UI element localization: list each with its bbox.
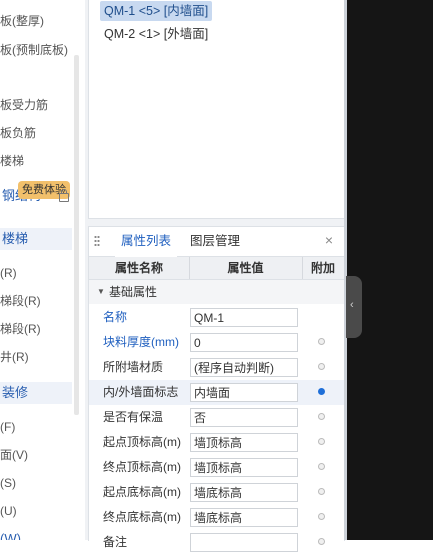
header-attach: 附加 [310, 261, 335, 275]
group-label: 基础属性 [109, 285, 158, 299]
prop-row-thickness: 块料厚度(mm) 0 [89, 330, 344, 355]
drag-handle-icon[interactable] [94, 235, 100, 247]
nav-item-board-precast[interactable]: 板(预制底板) [0, 39, 68, 61]
properties-tabbar: 属性列表 图层管理 × [89, 227, 344, 257]
prop-label: 终点顶标高(m) [103, 460, 181, 474]
prop-label: 名称 [103, 310, 128, 324]
prop-value-input[interactable]: 0 [190, 333, 298, 352]
attach-checkbox[interactable] [318, 388, 325, 395]
nav-item-floor[interactable]: (F) [0, 416, 15, 438]
prop-label: 备注 [103, 535, 128, 549]
prop-row-wall-material: 所附墙材质 (程序自动判断) [89, 355, 344, 380]
prop-value-input[interactable]: 内墙面 [190, 383, 298, 402]
group-basic-properties[interactable]: ▼ 基础属性 [89, 280, 344, 304]
caret-down-icon[interactable]: ▼ [97, 280, 105, 304]
tab-property-list[interactable]: 属性列表 [115, 227, 178, 257]
prop-label: 终点底标高(m) [103, 510, 181, 524]
chevron-left-icon: ‹ [350, 299, 354, 311]
collapse-panel-handle[interactable]: ‹ [346, 276, 362, 338]
prop-row-end-bottom-elev: 终点底标高(m) 墙底标高 [89, 505, 344, 530]
nav-category-decoration[interactable]: 装修 [0, 382, 72, 404]
attach-checkbox[interactable] [318, 538, 325, 545]
tree-item-qm1[interactable]: QM-1 <5> [内墙面] [100, 1, 213, 21]
close-icon[interactable]: × [322, 233, 336, 247]
attach-checkbox[interactable] [318, 463, 325, 470]
prop-value-input[interactable]: 墙底标高 [190, 508, 298, 527]
nav-item-board-whole[interactable]: 板(整厚) [0, 10, 44, 32]
nav-item-stair[interactable]: 楼梯 [0, 150, 24, 172]
prop-label: 块料厚度(mm) [103, 335, 179, 349]
nav-item-stair-well[interactable]: 井(R) [0, 346, 29, 368]
prop-value-input[interactable]: (程序自动判断) [190, 358, 298, 377]
prop-value-input[interactable]: 否 [190, 408, 298, 427]
attach-checkbox[interactable] [318, 413, 325, 420]
prop-row-name: 名称 QM-1 [89, 305, 344, 330]
attach-checkbox[interactable] [318, 363, 325, 370]
prop-row-insulation: 是否有保温 否 [89, 405, 344, 430]
prop-label: 起点顶标高(m) [103, 435, 181, 449]
nav-item-stair-r[interactable]: (R) [0, 262, 17, 284]
header-property-value: 属性值 [189, 257, 303, 279]
nav-item-board-rebar[interactable]: 板受力筋 [0, 94, 48, 116]
prop-row-inner-outer-flag: 内/外墙面标志 内墙面 [89, 380, 344, 405]
nav-item-stair-segment-1[interactable]: 梯段(R) [0, 290, 41, 312]
prop-row-start-bottom-elev: 起点底标高(m) 墙底标高 [89, 480, 344, 505]
lock-icon [59, 189, 69, 202]
nav-item-stair-segment-2[interactable]: 梯段(R) [0, 318, 41, 340]
component-tree: QM-1 <5> [内墙面] QM-2 <1> [外墙面] [88, 0, 345, 219]
attach-checkbox[interactable] [318, 338, 325, 345]
prop-row-start-top-elev: 起点顶标高(m) 墙顶标高 [89, 430, 344, 455]
properties-panel: 属性列表 图层管理 × 属性名称 属性值 附加 ▼ 基础属性 名称 QM-1 块… [88, 226, 345, 552]
header-property-name: 属性名称 [89, 257, 190, 279]
prop-label: 是否有保温 [103, 410, 164, 424]
attach-checkbox[interactable] [318, 488, 325, 495]
left-nav-panel: 板(整厚) 板(预制底板) 板受力筋 板负筋 楼梯 钢结构 免费体验 楼梯 (R… [0, 0, 80, 540]
prop-value-input[interactable]: 墙顶标高 [190, 458, 298, 477]
prop-value-input[interactable]: QM-1 [190, 308, 298, 327]
nav-item-wall-surface[interactable]: 面(V) [0, 444, 28, 466]
nav-item-board-negative-rebar[interactable]: 板负筋 [0, 122, 36, 144]
nav-item-s[interactable]: (S) [0, 472, 16, 494]
left-nav-scrollbar[interactable] [74, 55, 79, 415]
prop-value-input[interactable]: 墙底标高 [190, 483, 298, 502]
tab-layer-management[interactable]: 图层管理 [184, 227, 246, 256]
attach-checkbox[interactable] [318, 438, 325, 445]
prop-label: 所附墙材质 [103, 360, 164, 374]
properties-table-header: 属性名称 属性值 附加 [89, 257, 344, 280]
nav-category-stair[interactable]: 楼梯 [0, 228, 72, 250]
prop-row-remark: 备注 [89, 530, 344, 555]
prop-row-end-top-elev: 终点顶标高(m) 墙顶标高 [89, 455, 344, 480]
drawing-canvas[interactable] [347, 0, 433, 540]
attach-checkbox[interactable] [318, 513, 325, 520]
prop-value-input[interactable]: 墙顶标高 [190, 433, 298, 452]
prop-value-input[interactable] [190, 533, 298, 552]
prop-label: 内/外墙面标志 [103, 385, 179, 399]
nav-item-w[interactable]: (W) [0, 528, 21, 540]
nav-item-u[interactable]: (U) [0, 500, 17, 522]
prop-label: 起点底标高(m) [103, 485, 181, 499]
tree-item-qm2[interactable]: QM-2 <1> [外墙面] [100, 24, 212, 44]
